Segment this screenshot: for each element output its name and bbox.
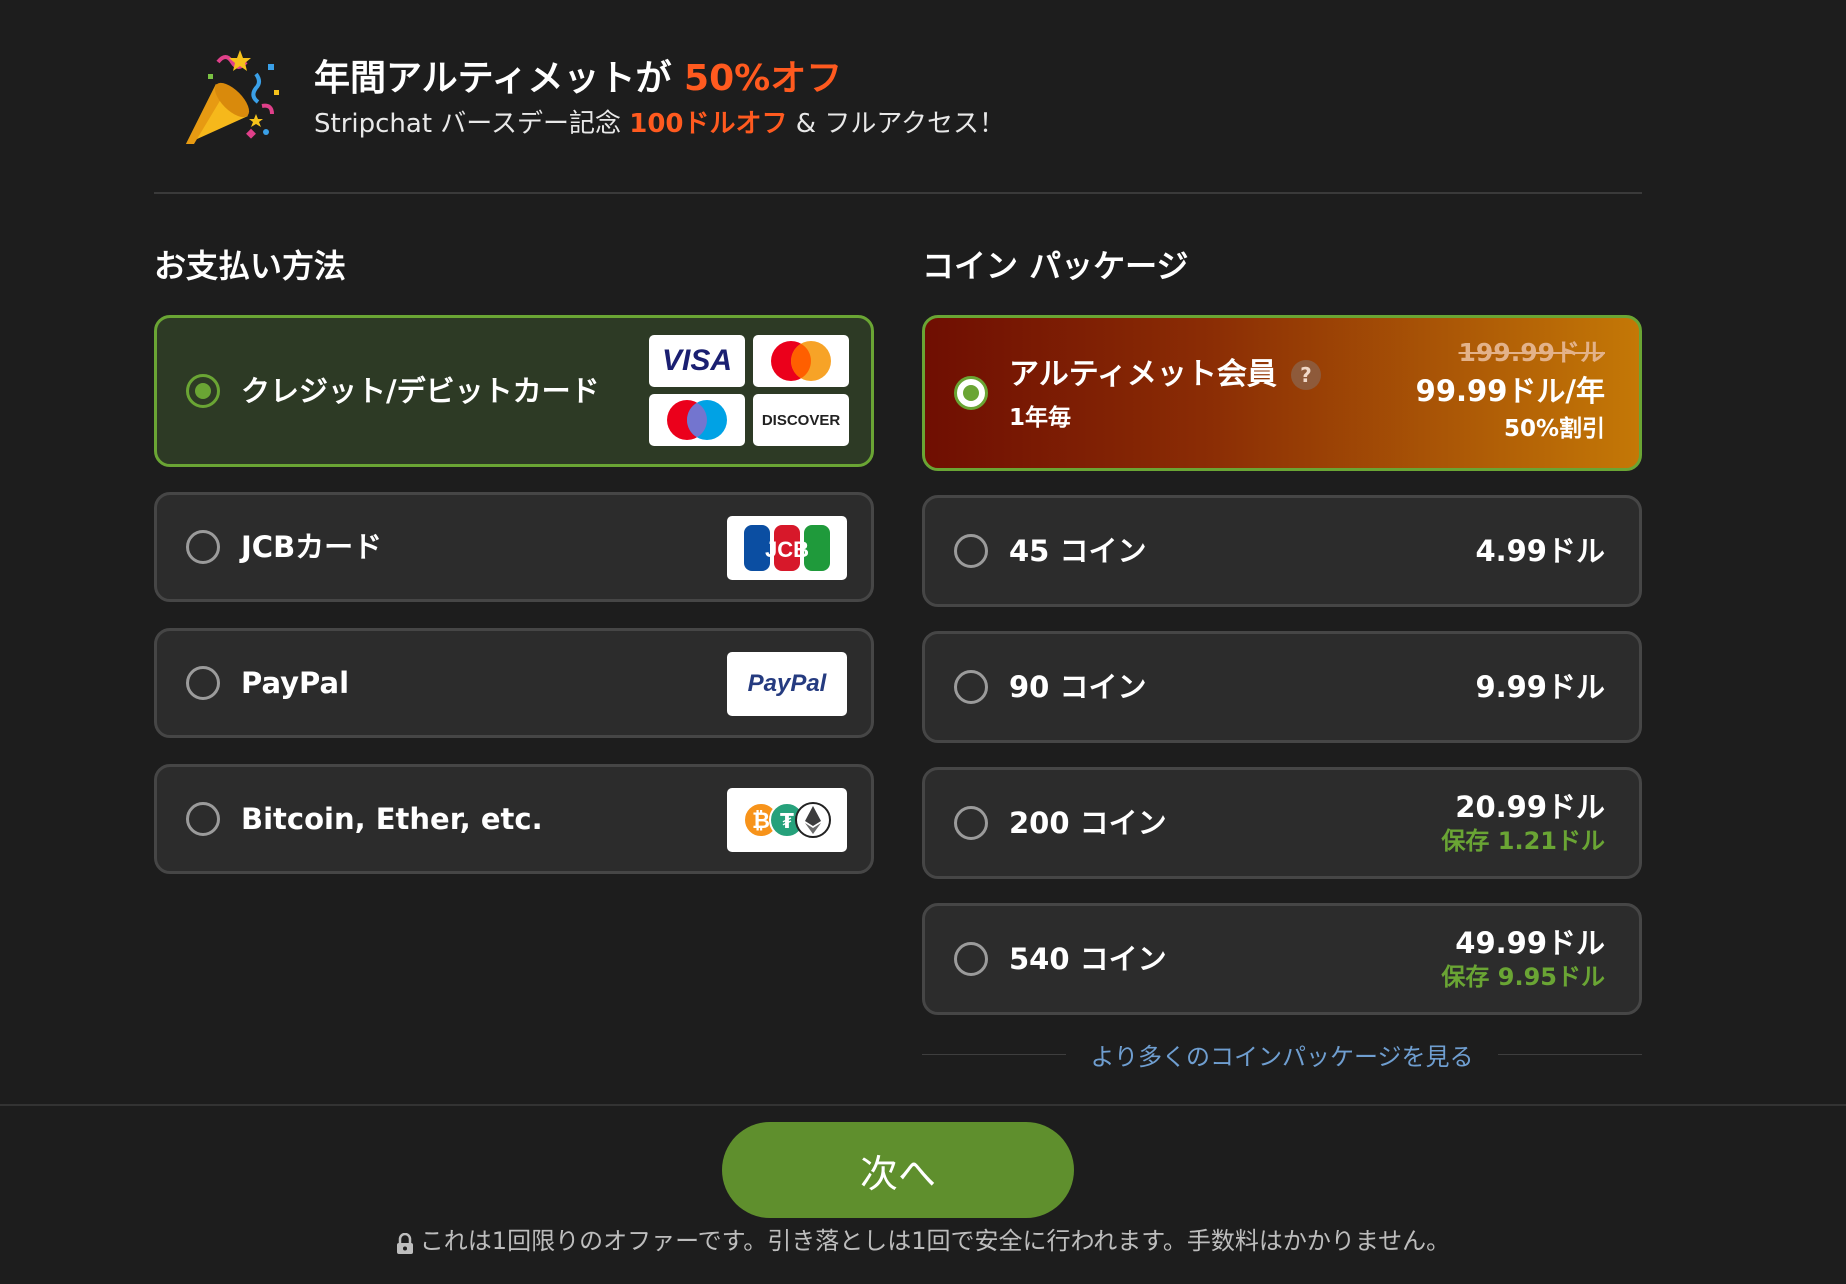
svg-text:₿: ₿ — [752, 809, 770, 834]
package-90-coins[interactable]: 90 コイン 9.99ドル — [922, 631, 1642, 743]
package-540-coins[interactable]: 540 コイン 49.99ドル 保存 9.95ドル — [922, 903, 1642, 1015]
promo-text: 年間アルティメットが 50%オフ Stripchat バースデー記念 100ドル… — [314, 56, 1005, 142]
payment-label-credit-card: クレジット/デビットカード — [241, 374, 600, 408]
package-savings: 保存 9.95ドル — [1441, 963, 1605, 991]
crypto-logos: ₿ ₮ — [727, 788, 847, 852]
visa-logo: VISA — [649, 335, 745, 387]
package-price: 9.99ドル — [1475, 669, 1605, 705]
ultimate-discount: 50%割引 — [1503, 416, 1605, 442]
paypal-logo-text: PayPal — [747, 670, 827, 697]
footer-note-text: これは1回限りのオファーです。引き落としは1回で安全に行われます。手数料はかかり… — [419, 1227, 1451, 1255]
ultimate-title: アルティメット会員 ? — [1009, 356, 1321, 394]
payment-option-crypto[interactable]: Bitcoin, Ether, etc. ₿ ₮ — [154, 764, 874, 874]
radio-jcb[interactable] — [186, 530, 220, 564]
package-price-value: 9.99ドル — [1475, 670, 1605, 704]
radio-200-coins[interactable] — [954, 806, 988, 840]
package-price-value: 20.99ドル — [1455, 790, 1605, 824]
radio-45-coins[interactable] — [954, 534, 988, 568]
radio-paypal[interactable] — [186, 666, 220, 700]
payment-method-title: お支払い方法 — [154, 247, 347, 285]
divider-line — [922, 1053, 1067, 1055]
promo-title-highlight: 50%オフ — [684, 58, 843, 99]
package-200-coins[interactable]: 200 コイン 20.99ドル 保存 1.21ドル — [922, 767, 1642, 879]
jcb-logo: JCB — [727, 516, 847, 580]
help-icon[interactable]: ? — [1290, 360, 1321, 390]
ultimate-period: 1年毎 — [1009, 405, 1072, 431]
checkout-page: 年間アルティメットが 50%オフ Stripchat バースデー記念 100ドル… — [0, 0, 1846, 1284]
payment-label-paypal: PayPal — [241, 666, 350, 700]
package-label: 200 コイン — [1009, 806, 1167, 840]
promo-title-text: 年間アルティメットが — [314, 58, 672, 99]
payment-label-jcb: JCBカード — [241, 530, 383, 564]
package-price-value: 49.99ドル — [1455, 926, 1605, 960]
package-label: 540 コイン — [1009, 942, 1167, 976]
payment-label-crypto: Bitcoin, Ether, etc. — [241, 802, 543, 836]
package-ultimate[interactable]: アルティメット会員 ? 1年毎 199.99ドル 99.99ドル/年 50%割引 — [922, 315, 1642, 471]
header-divider — [154, 192, 1642, 194]
package-price-value: 4.99ドル — [1475, 534, 1605, 568]
maestro-logo — [649, 394, 745, 446]
next-button[interactable]: 次へ — [722, 1122, 1074, 1218]
package-price: 20.99ドル 保存 1.21ドル — [1441, 789, 1605, 857]
package-savings: 保存 1.21ドル — [1441, 827, 1605, 855]
package-label: 90 コイン — [1009, 670, 1147, 704]
package-price: 49.99ドル 保存 9.95ドル — [1441, 925, 1605, 993]
radio-90-coins[interactable] — [954, 670, 988, 704]
payment-option-jcb[interactable]: JCBカード JCB — [154, 492, 874, 602]
promo-subtitle-suffix: & フルアクセス！ — [795, 109, 1006, 139]
party-popper-icon — [178, 44, 288, 154]
radio-540-coins[interactable] — [954, 942, 988, 976]
visa-logo-text: VISA — [661, 344, 733, 377]
ultimate-name: アルティメット会員 — [1009, 357, 1277, 392]
jcb-logo-text: JCB — [765, 537, 809, 562]
package-label: 45 コイン — [1009, 534, 1147, 568]
footer-divider — [0, 1104, 1846, 1106]
coin-packages-title: コイン パッケージ — [922, 247, 1189, 285]
ultimate-price: 199.99ドル 99.99ドル/年 50%割引 — [1416, 336, 1605, 446]
radio-ultimate[interactable] — [954, 376, 988, 410]
ultimate-old-price: 199.99ドル — [1458, 338, 1605, 367]
paypal-logo: PayPal — [727, 652, 847, 716]
promo-subtitle-text: Stripchat バースデー記念 — [314, 109, 621, 139]
lock-icon — [396, 1230, 414, 1254]
svg-text:₮: ₮ — [780, 809, 794, 833]
promo-title: 年間アルティメットが 50%オフ — [314, 56, 1005, 102]
mastercard-logo — [753, 335, 849, 387]
ultimate-new-price: 99.99ドル/年 — [1415, 374, 1605, 408]
footer-note: これは1回限りのオファーです。引き落としは1回で安全に行われます。手数料はかかり… — [360, 1224, 1486, 1258]
more-packages-row: より多くのコインパッケージを見る — [922, 1036, 1643, 1072]
promo-subtitle: Stripchat バースデー記念 100ドルオフ & フルアクセス！ — [314, 106, 1005, 142]
more-packages-link[interactable]: より多くのコインパッケージを見る — [1066, 1037, 1497, 1072]
discover-logo: DISCOVER — [753, 394, 849, 446]
promo-banner: 年間アルティメットが 50%オフ Stripchat バースデー記念 100ドル… — [178, 44, 1005, 154]
payment-option-credit-card[interactable]: クレジット/デビットカード VISA DISCOVER — [154, 315, 874, 467]
package-price: 4.99ドル — [1475, 533, 1605, 569]
radio-credit-card[interactable] — [186, 374, 220, 408]
divider-line — [1497, 1053, 1643, 1055]
payment-option-paypal[interactable]: PayPal PayPal — [154, 628, 874, 738]
promo-subtitle-highlight: 100ドルオフ — [629, 109, 788, 139]
package-45-coins[interactable]: 45 コイン 4.99ドル — [922, 495, 1642, 607]
radio-crypto[interactable] — [186, 802, 220, 836]
discover-logo-text: DISCOVER — [761, 411, 841, 429]
